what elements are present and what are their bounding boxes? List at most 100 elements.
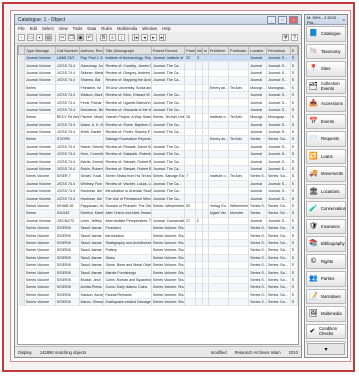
table-cell[interactable] xyxy=(184,69,196,78)
table-row[interactable]: Series Volume S/SER/8 Amitai-Preiss Coins: … xyxy=(18,283,298,292)
table-cell[interactable]: Monograp... xyxy=(266,113,291,122)
table-cell[interactable]: Series xyxy=(248,135,267,144)
table-cell[interactable]: S/SER/8 xyxy=(55,291,80,299)
sidebar-scroll-down-button[interactable]: ▾ xyxy=(307,343,345,355)
table-cell[interactable] xyxy=(195,157,203,166)
table-row[interactable]: Series ST/DPB Salvage Excavation Reports Em… xyxy=(18,135,298,144)
table-cell[interactable]: Series S... xyxy=(248,254,267,262)
table-cell[interactable] xyxy=(79,135,105,144)
table-cell[interactable] xyxy=(151,209,186,218)
table-cell[interactable]: Series Volume xyxy=(24,298,56,307)
new-icon[interactable]: ▫ xyxy=(18,34,25,41)
table-cell[interactable]: Seven Strata from Ha Tel and xyxy=(103,172,152,181)
table-row[interactable]: Series Feinstein, Isr Tel Aviv University,… xyxy=(18,84,298,92)
table-cell[interactable] xyxy=(195,106,203,115)
sidebar-item-parties[interactable]: 👥 Parties xyxy=(306,271,346,287)
table-cell[interactable]: S xyxy=(290,113,298,122)
table-cell[interactable] xyxy=(184,150,196,159)
table-cell[interactable]: Coins: Early Islamic Coins xyxy=(103,283,152,292)
table-cell[interactable]: S xyxy=(290,239,298,248)
table-cell[interactable]: Journal Volume xyxy=(24,194,56,203)
table-cell[interactable]: Pappasian, Ha xyxy=(79,202,105,211)
table-cell[interactable]: Tassil, Itamar xyxy=(79,231,105,240)
table-cell[interactable]: Journal: S... xyxy=(266,157,291,166)
table-cell[interactable]: Journal Volume xyxy=(24,121,56,129)
table-cell[interactable]: J/CSS 74.4 xyxy=(55,98,80,107)
table-cell[interactable]: Journal xyxy=(248,143,267,152)
table-cell[interactable] xyxy=(195,121,203,129)
table-cell[interactable]: Amitai-Preiss xyxy=(79,283,105,292)
sidebar-item-narratives[interactable]: 📝 Narratives xyxy=(306,288,346,304)
table-cell[interactable]: Review of: Stewart, Robert B xyxy=(103,157,152,166)
table-cell[interactable]: 27 xyxy=(184,217,196,226)
table-cell[interactable] xyxy=(208,76,230,85)
table-cell[interactable]: Series Volume: Shufeld xyxy=(151,231,186,240)
menu-item-file[interactable]: File xyxy=(18,26,25,31)
table-cell[interactable] xyxy=(195,61,203,70)
table-cell[interactable]: Review of: Onwards to the W xyxy=(103,106,152,115)
menu-item-rules[interactable]: Rules xyxy=(101,26,112,31)
table-cell[interactable]: S xyxy=(290,180,298,189)
table-cell[interactable] xyxy=(184,298,196,307)
table-cell[interactable] xyxy=(184,246,196,255)
table-row[interactable]: Series Volume S/SER/8 Tassil, Itamar Strati… xyxy=(18,239,298,248)
sidebar-item-condition-checks[interactable]: ✔ Condition Checks xyxy=(306,323,346,339)
table-cell[interactable]: S xyxy=(290,135,298,144)
sidebar-item-requests[interactable]: 📨 Requests xyxy=(306,131,346,147)
table-cell[interactable] xyxy=(228,165,250,174)
table-cell[interactable] xyxy=(208,69,230,78)
table-cell[interactable]: Harrer, Dennis xyxy=(79,143,105,152)
table-cell[interactable]: Series Volume: Shufeld xyxy=(151,239,186,248)
table-cell[interactable]: S xyxy=(290,98,298,107)
table-cell[interactable]: S xyxy=(290,143,298,152)
table-cell[interactable] xyxy=(208,150,230,159)
sidebar-item-conservation[interactable]: 🧪 Conservation xyxy=(306,201,346,217)
table-cell[interactable]: Series: Se... xyxy=(266,209,291,218)
table-cell[interactable]: Marco, Shmuel xyxy=(79,298,105,307)
table-cell[interactable]: Series S... xyxy=(248,224,267,233)
table-cell[interactable]: Review of: Ugaritic Mamorel xyxy=(103,98,152,107)
table-cell[interactable]: Journal xyxy=(248,54,267,63)
table-cell[interactable] xyxy=(208,91,230,100)
table-cell[interactable] xyxy=(228,121,250,129)
table-cell[interactable] xyxy=(195,268,203,277)
table-cell[interactable]: J/CSS 74.4 xyxy=(55,61,80,70)
table-cell[interactable]: Series: Sa... xyxy=(266,276,291,285)
table-cell[interactable]: Series S... xyxy=(248,172,267,181)
table-cell[interactable]: S xyxy=(290,231,298,240)
table-cell[interactable]: S/SER/8 xyxy=(55,276,80,285)
table-cell[interactable]: Journal: S... xyxy=(266,98,291,107)
table-cell[interactable] xyxy=(228,239,250,248)
table-row[interactable]: Series Volume S/SER/8 Tassil, Itamar Introd… xyxy=(18,231,298,240)
table-cell[interactable]: J/CSS 74.4 xyxy=(55,180,80,189)
table-row[interactable]: Journal Volume J/CSS 74.4 Horn, Cornelia Re… xyxy=(18,150,298,159)
table-cell[interactable] xyxy=(184,61,196,70)
table-cell[interactable] xyxy=(195,172,203,181)
table-cell[interactable] xyxy=(208,239,230,248)
table-cell[interactable] xyxy=(151,84,186,92)
table-cell[interactable]: Ugarit Ver... xyxy=(208,209,230,218)
table-cell[interactable] xyxy=(228,61,250,70)
table-cell[interactable]: S xyxy=(290,194,298,203)
table-cell[interactable] xyxy=(184,76,196,85)
table-row[interactable]: Series Volume S/SER/8 Tassil, Itamar Marble… xyxy=(18,268,298,277)
table-cell[interactable]: Intermediate Perspectives: T xyxy=(103,217,152,226)
table-cell[interactable]: Journal Volume xyxy=(24,128,56,137)
table-cell[interactable]: Tassil, Itamar xyxy=(79,246,105,255)
table-cell[interactable]: S xyxy=(290,291,298,299)
table-cell[interactable]: Series Volume: Shufeld xyxy=(151,291,186,299)
table-cell[interactable] xyxy=(228,254,250,262)
paste-icon[interactable]: ▣ xyxy=(77,34,84,41)
table-cell[interactable]: S xyxy=(290,268,298,277)
table-cell[interactable] xyxy=(184,239,196,248)
sidebar-item-collection-events[interactable]: 🗂 Collection Events xyxy=(306,78,346,94)
column-header[interactable]: Publicatio xyxy=(228,46,250,55)
table-cell[interactable]: Review of: Rome, Baptism O xyxy=(103,121,152,129)
table-cell[interactable] xyxy=(195,291,203,299)
table-cell[interactable] xyxy=(208,121,230,129)
table-cell[interactable] xyxy=(228,194,250,203)
table-cell[interactable] xyxy=(184,209,196,218)
menu-item-data[interactable]: Data xyxy=(87,26,96,31)
table-cell[interactable] xyxy=(195,231,203,240)
table-cell[interactable]: S xyxy=(290,276,298,285)
